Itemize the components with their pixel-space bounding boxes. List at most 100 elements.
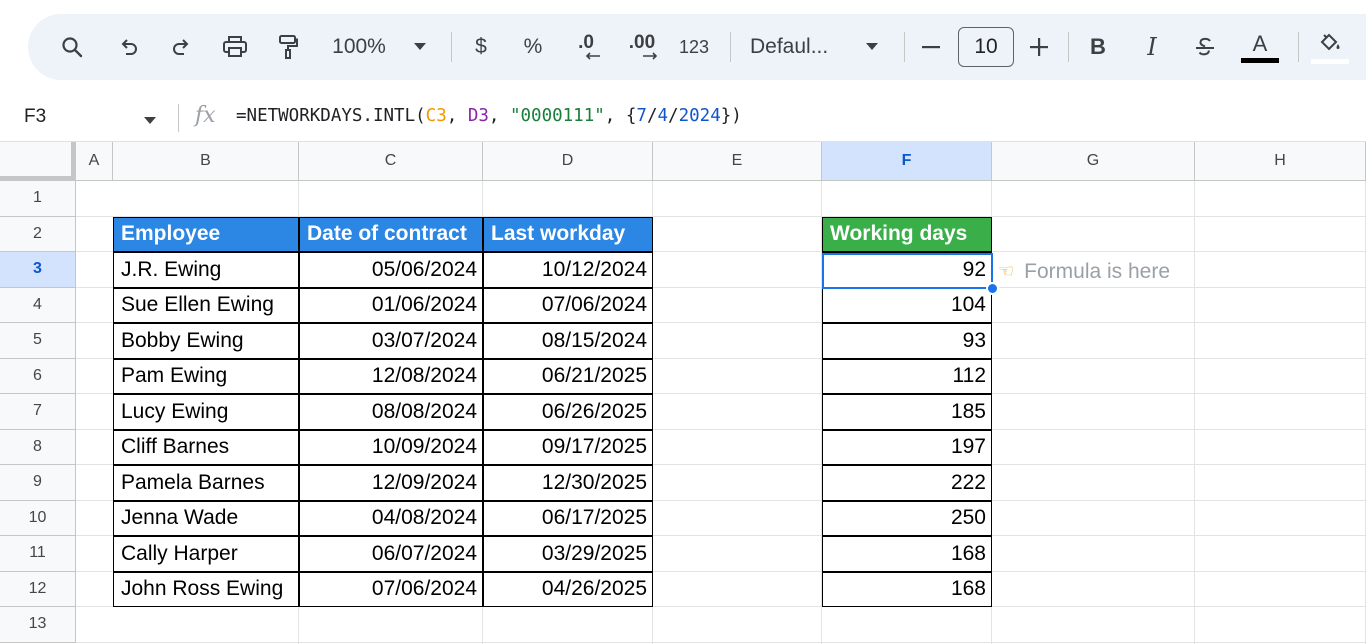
formula-part: }) [720, 106, 742, 126]
column-header-c[interactable]: C [299, 142, 483, 181]
header-date-of-contract[interactable]: Date of contract [299, 216, 483, 252]
percent-format-button[interactable]: % [520, 14, 546, 80]
working-days-cell[interactable]: 222 [822, 465, 992, 501]
column-header-f[interactable]: F [822, 142, 992, 181]
employee-cell[interactable]: Bobby Ewing [113, 323, 299, 359]
font-size-input[interactable]: 10 [958, 27, 1014, 67]
toolbar-divider [1068, 32, 1069, 62]
last-workday-cell[interactable]: 03/29/2025 [483, 536, 653, 572]
zoom-dropdown-button[interactable] [408, 14, 432, 80]
last-workday-cell[interactable]: 04/26/2025 [483, 571, 653, 607]
contract-date-cell[interactable]: 06/07/2024 [299, 536, 483, 572]
fill-color-button[interactable] [1310, 14, 1350, 80]
last-workday-cell[interactable]: 06/17/2025 [483, 500, 653, 536]
working-days-cell[interactable]: 197 [822, 429, 992, 465]
contract-date-cell[interactable]: 08/08/2024 [299, 394, 483, 430]
contract-date-cell[interactable]: 04/08/2024 [299, 500, 483, 536]
decrease-font-size-button[interactable] [918, 14, 944, 80]
employee-cell[interactable]: Cliff Barnes [113, 429, 299, 465]
column-header-b[interactable]: B [113, 142, 299, 181]
font-size-value: 10 [974, 35, 998, 58]
increase-decimal-button[interactable]: .00 [622, 14, 662, 80]
row-header-2[interactable]: 2 [0, 216, 76, 252]
column-header-e[interactable]: E [653, 142, 822, 181]
row-header-11[interactable]: 11 [0, 536, 76, 572]
row-header-3[interactable]: 3 [0, 252, 76, 288]
last-workday-cell[interactable]: 07/06/2024 [483, 287, 653, 323]
employee-cell[interactable]: Pam Ewing [113, 358, 299, 394]
working-days-cell[interactable]: 112 [822, 358, 992, 394]
arrow-right-icon [643, 52, 658, 60]
redo-button[interactable] [166, 14, 196, 80]
row-header-9[interactable]: 9 [0, 465, 76, 501]
working-days-cell[interactable]: 104 [822, 287, 992, 323]
column-header-h[interactable]: H [1195, 142, 1366, 181]
last-workday-cell[interactable]: 06/26/2025 [483, 394, 653, 430]
row-header-13[interactable]: 13 [0, 607, 76, 643]
row-header-8[interactable]: 8 [0, 429, 76, 465]
working-days-cell[interactable]: 185 [822, 394, 992, 430]
column-header-a[interactable]: A [76, 142, 113, 181]
row-header-7[interactable]: 7 [0, 394, 76, 430]
undo-button[interactable] [114, 14, 144, 80]
contract-date-cell[interactable]: 12/09/2024 [299, 465, 483, 501]
font-family-select[interactable]: Defaul... [750, 14, 846, 80]
number-format-button[interactable]: 123 [674, 14, 714, 80]
select-all-corner[interactable] [0, 142, 76, 181]
print-button[interactable] [218, 14, 252, 80]
employee-cell[interactable]: Cally Harper [113, 536, 299, 572]
header-working-days[interactable]: Working days [822, 216, 992, 252]
formula-input[interactable]: =NETWORKDAYS.INTL(C3, D3, "0000111", {7/… [236, 106, 742, 126]
contract-date-cell[interactable]: 01/06/2024 [299, 287, 483, 323]
last-workday-cell[interactable]: 06/21/2025 [483, 358, 653, 394]
contract-date-cell[interactable]: 10/09/2024 [299, 429, 483, 465]
working-days-cell[interactable]: 92 [822, 252, 992, 288]
employee-cell[interactable]: John Ross Ewing [113, 571, 299, 607]
font-family-dropdown-button[interactable] [860, 14, 884, 80]
name-box-dropdown[interactable] [143, 113, 157, 131]
contract-date-cell[interactable]: 05/06/2024 [299, 252, 483, 288]
employee-cell[interactable]: Jenna Wade [113, 500, 299, 536]
name-box[interactable]: F3 [24, 106, 46, 128]
bold-button[interactable]: B [1084, 14, 1112, 80]
increase-font-size-button[interactable] [1026, 14, 1052, 80]
employee-cell[interactable]: Pamela Barnes [113, 465, 299, 501]
formula-ref-c3: C3 [425, 106, 447, 126]
strikethrough-button[interactable] [1188, 14, 1222, 80]
row-header-10[interactable]: 10 [0, 500, 76, 536]
employee-cell[interactable]: J.R. Ewing [113, 252, 299, 288]
contract-date-cell[interactable]: 12/08/2024 [299, 358, 483, 394]
contract-date-cell[interactable]: 07/06/2024 [299, 571, 483, 607]
row-header-5[interactable]: 5 [0, 323, 76, 359]
column-header-g[interactable]: G [992, 142, 1195, 181]
row-header-4[interactable]: 4 [0, 287, 76, 323]
italic-button[interactable]: I [1138, 14, 1166, 80]
last-workday-cell[interactable]: 08/15/2024 [483, 323, 653, 359]
column-header-d[interactable]: D [483, 142, 653, 181]
currency-format-button[interactable]: $ [468, 14, 494, 80]
row-header-6[interactable]: 6 [0, 358, 76, 394]
zoom-select[interactable]: 100% [324, 14, 394, 80]
text-color-button[interactable]: A [1240, 14, 1280, 80]
employee-cell[interactable]: Lucy Ewing [113, 394, 299, 430]
working-days-cell[interactable]: 168 [822, 571, 992, 607]
last-workday-cell[interactable]: 12/30/2025 [483, 465, 653, 501]
row-header-12[interactable]: 12 [0, 571, 76, 607]
spreadsheet-grid[interactable]: A B C D E F G H 1 2 3 4 5 6 7 8 9 10 11 12 13 Employee Date of… [0, 142, 1366, 644]
header-employee[interactable]: Employee [113, 216, 299, 252]
last-workday-cell[interactable]: 09/17/2025 [483, 429, 653, 465]
formula-ref-d3: D3 [467, 106, 489, 126]
working-days-cell[interactable]: 250 [822, 500, 992, 536]
formula-number: 4 [657, 106, 669, 126]
contract-date-cell[interactable]: 03/07/2024 [299, 323, 483, 359]
zoom-value: 100% [332, 35, 386, 58]
search-menus-button[interactable] [56, 14, 88, 80]
last-workday-cell[interactable]: 10/12/2024 [483, 252, 653, 288]
header-last-workday[interactable]: Last workday [483, 216, 653, 252]
employee-cell[interactable]: Sue Ellen Ewing [113, 287, 299, 323]
row-header-1[interactable]: 1 [0, 181, 76, 217]
decrease-decimal-button[interactable]: .0 [568, 14, 604, 80]
working-days-cell[interactable]: 93 [822, 323, 992, 359]
paint-format-button[interactable] [272, 14, 304, 80]
working-days-cell[interactable]: 168 [822, 536, 992, 572]
